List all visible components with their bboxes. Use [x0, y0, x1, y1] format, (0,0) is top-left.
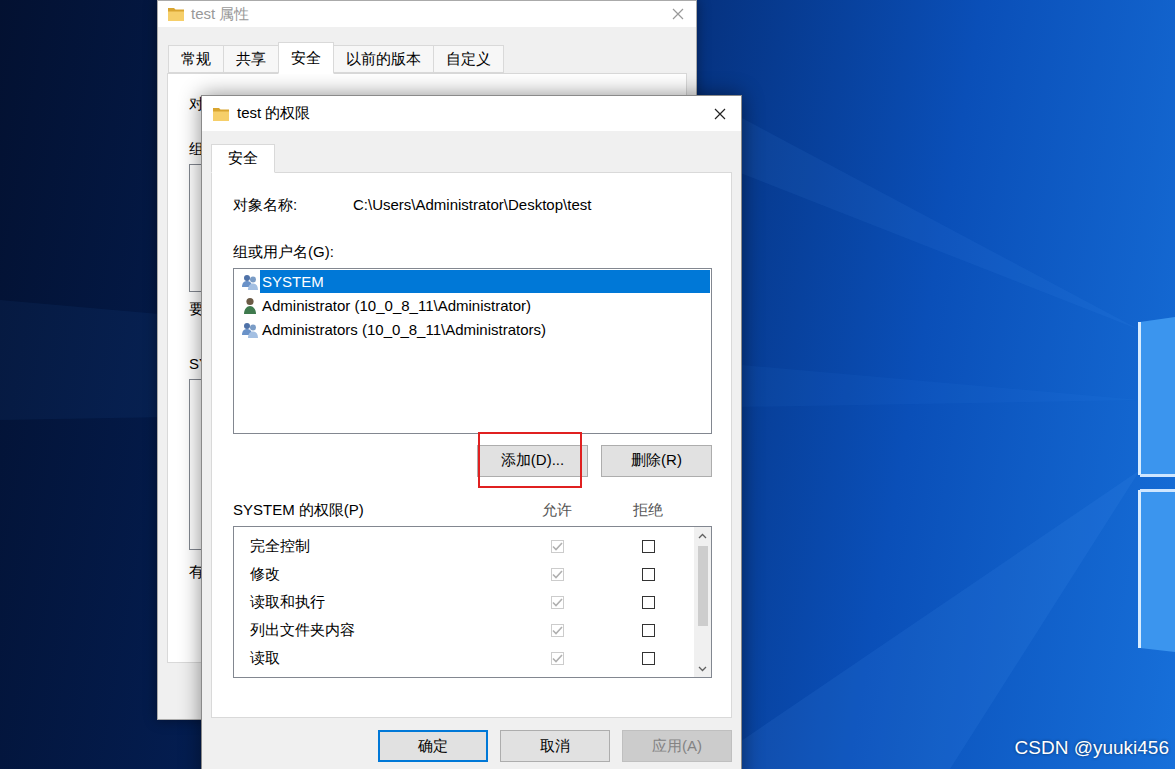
permission-row: 列出文件夹内容	[234, 616, 694, 644]
principal-row[interactable]: Administrator (10_0_8_11\Administrator)	[235, 294, 710, 318]
deny-cell	[628, 596, 668, 609]
group-icon	[240, 274, 260, 290]
tab[interactable]: 自定义	[433, 45, 504, 73]
scroll-up-icon	[698, 527, 707, 544]
principal-row[interactable]: SYSTEM	[235, 270, 710, 294]
tab-panel: 对象名称:C:\Users\Administrator\Desktop\test…	[211, 172, 732, 718]
desktop: test 属性常规共享安全以前的版本自定义对组要SY有test 的权限安全对象名…	[0, 0, 1175, 769]
tab-strip: 安全	[202, 131, 741, 172]
highlight-box	[478, 432, 582, 488]
tab[interactable]: 以前的版本	[333, 45, 434, 73]
deny-cell	[628, 624, 668, 637]
tab[interactable]: 安全	[278, 42, 334, 74]
window-title: test 的权限	[237, 102, 310, 125]
permissions-label: SYSTEM 的权限(P)	[233, 499, 537, 522]
remove-button[interactable]: 删除(R)	[601, 445, 712, 477]
check-icon	[552, 626, 563, 635]
deny-cell	[628, 540, 668, 553]
group-label: 组或用户名(G):	[233, 242, 712, 262]
permission-list: 完全控制修改读取和执行列出文件夹内容读取	[233, 526, 712, 678]
permission-name: 完全控制	[250, 535, 537, 558]
check-icon	[552, 542, 563, 551]
allow-checkbox	[551, 624, 564, 637]
check-icon	[552, 570, 563, 579]
scrollbar[interactable]	[694, 527, 711, 677]
title-bar: test 的权限	[202, 96, 741, 131]
deny-checkbox[interactable]	[642, 540, 655, 553]
principal-row[interactable]: Administrators (10_0_8_11\Administrators…	[235, 318, 710, 342]
allow-cell	[537, 652, 577, 665]
close-icon	[714, 108, 726, 120]
tab-strip: 常规共享安全以前的版本自定义	[158, 27, 696, 73]
tab[interactable]: 共享	[223, 45, 279, 73]
tab[interactable]: 安全	[211, 144, 275, 173]
user-icon	[240, 297, 260, 314]
scroll-thumb[interactable]	[698, 546, 708, 626]
button-wrap: 添加(D)...	[477, 445, 588, 477]
folder-icon	[213, 107, 229, 121]
deny-checkbox[interactable]	[642, 652, 655, 665]
object-row: 对象名称:C:\Users\Administrator\Desktop\test	[233, 194, 712, 217]
principal-name: Administrator (10_0_8_11\Administrator)	[260, 294, 710, 317]
allow-cell	[537, 596, 577, 609]
button-row: 添加(D)... 删除(R)	[233, 445, 712, 477]
allow-cell	[537, 540, 577, 553]
check-icon	[552, 654, 563, 663]
permission-row: 修改	[234, 560, 694, 588]
deny-cell	[628, 652, 668, 665]
deny-checkbox[interactable]	[642, 568, 655, 581]
object-path: C:\Users\Administrator\Desktop\test	[353, 194, 591, 217]
permission-name: 修改	[250, 563, 537, 586]
deny-checkbox[interactable]	[642, 596, 655, 609]
ok-button[interactable]: 确定	[378, 730, 488, 762]
close-icon	[672, 8, 684, 20]
apply-button: 应用(A)	[622, 730, 732, 762]
scroll-down-icon	[698, 660, 707, 677]
permission-name: 列出文件夹内容	[250, 619, 537, 642]
permission-name: 读取和执行	[250, 591, 537, 614]
allow-cell	[537, 568, 577, 581]
allow-checkbox	[551, 596, 564, 609]
permissions-header: SYSTEM 的权限(P)允许 拒绝	[233, 499, 712, 522]
allow-cell	[537, 624, 577, 637]
watermark: CSDN @yuuki456	[1015, 734, 1169, 763]
dialog-buttons: 确定取消应用(A)	[202, 730, 741, 762]
window-title: test 属性	[191, 3, 249, 26]
group-icon	[240, 322, 260, 338]
add-button[interactable]: 添加(D)...	[477, 445, 588, 477]
check-icon	[552, 598, 563, 607]
permission-name: 读取	[250, 647, 537, 670]
button-wrap: 删除(R)	[601, 445, 712, 477]
principal-list[interactable]: SYSTEMAdministrator (10_0_8_11\Administr…	[233, 268, 712, 434]
principal-name: SYSTEM	[260, 270, 710, 293]
cancel-button[interactable]: 取消	[500, 730, 610, 762]
allow-checkbox	[551, 540, 564, 553]
deny-header: 拒绝	[628, 499, 668, 522]
allow-checkbox	[551, 568, 564, 581]
object-label: 对象名称:	[233, 194, 353, 217]
permission-row: 读取和执行	[234, 588, 694, 616]
deny-checkbox[interactable]	[642, 624, 655, 637]
permission-rows: 完全控制修改读取和执行列出文件夹内容读取	[234, 527, 694, 677]
permission-row: 读取	[234, 644, 694, 672]
allow-checkbox	[551, 652, 564, 665]
folder-icon	[168, 7, 184, 21]
allow-header: 允许	[537, 499, 577, 522]
principal-name: Administrators (10_0_8_11\Administrators…	[260, 318, 710, 341]
permission-row: 完全控制	[234, 532, 694, 560]
title-bar: test 属性	[158, 1, 696, 27]
tab[interactable]: 常规	[168, 45, 224, 73]
deny-cell	[628, 568, 668, 581]
permissions-dialog: test 的权限安全对象名称:C:\Users\Administrator\De…	[201, 95, 742, 769]
